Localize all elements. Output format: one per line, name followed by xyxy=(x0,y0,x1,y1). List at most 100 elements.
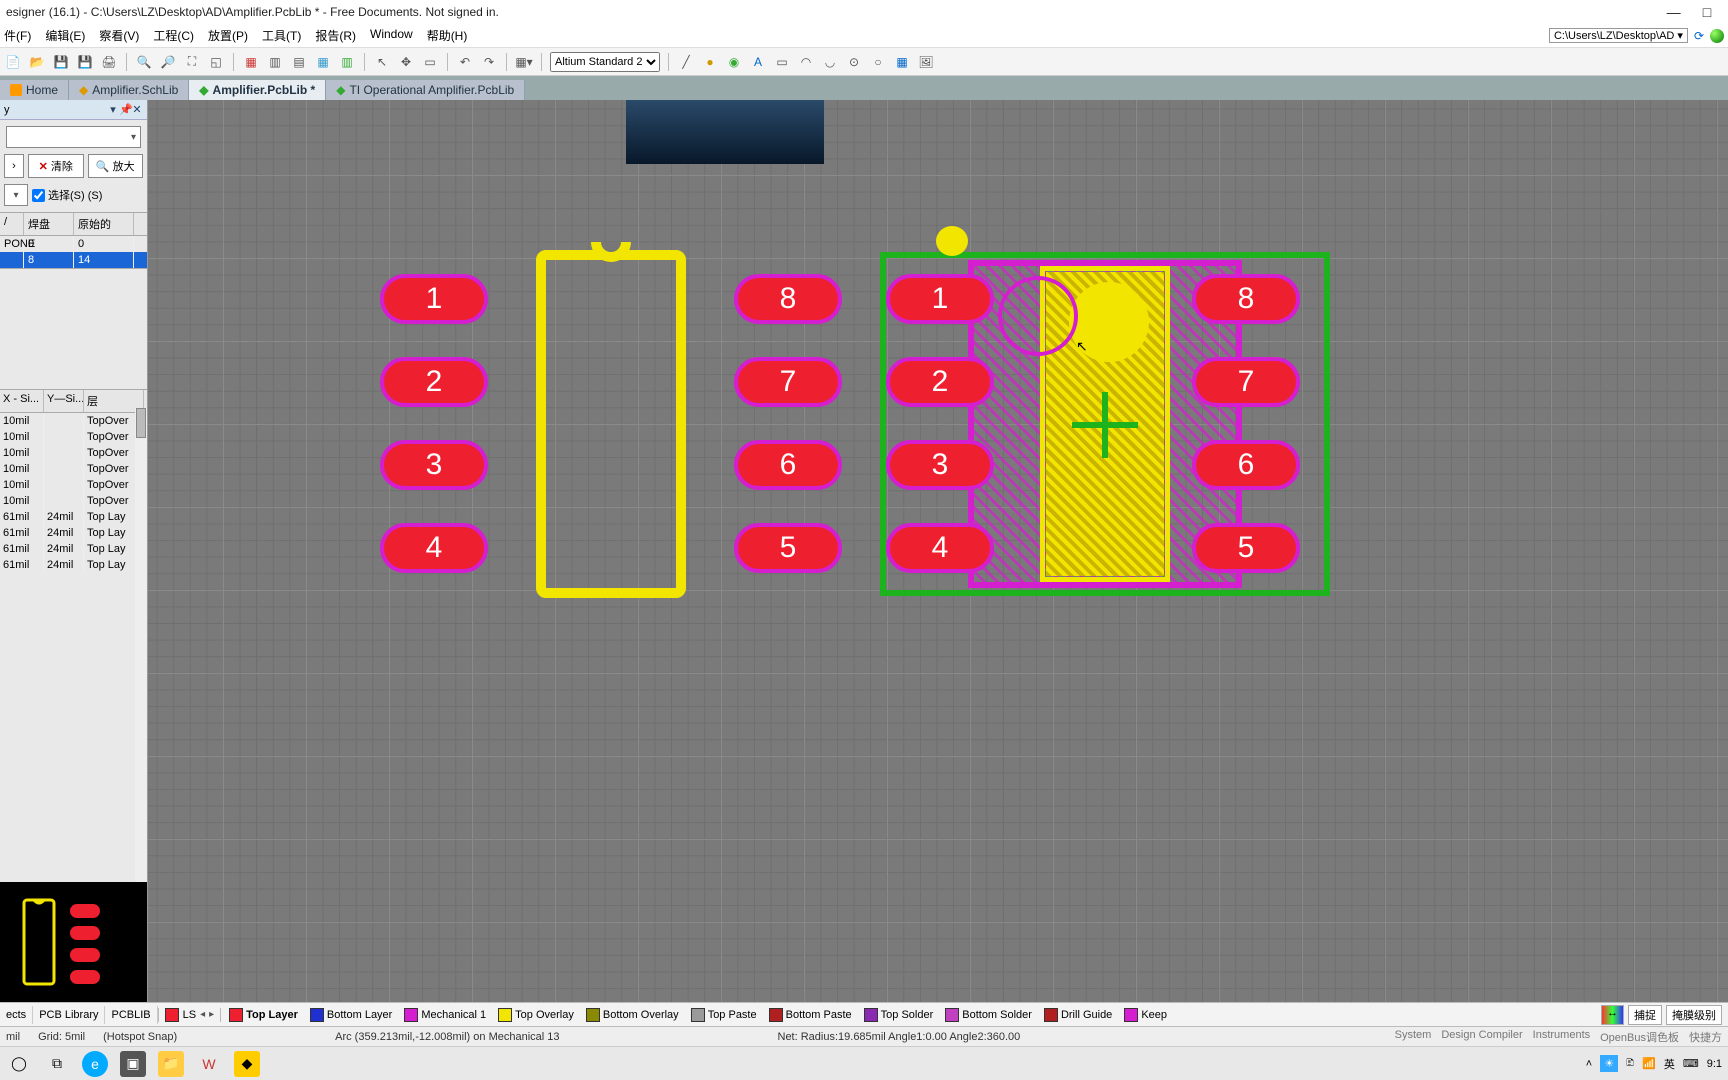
pad[interactable]: 4 xyxy=(886,523,994,573)
zoom-out-icon[interactable]: 🔎 xyxy=(159,53,177,71)
col-pads[interactable]: 焊盘 xyxy=(24,213,74,235)
pad-icon[interactable]: ● xyxy=(701,53,719,71)
layerset-prev-icon[interactable]: ◂ xyxy=(200,1009,205,1020)
tile-icon[interactable]: ▥ xyxy=(266,53,284,71)
menu-window[interactable]: Window xyxy=(370,27,413,44)
tray-weather-icon[interactable]: ☀ xyxy=(1600,1055,1618,1072)
layer-tab[interactable]: Bottom Overlay xyxy=(582,1008,683,1022)
pad[interactable]: 7 xyxy=(1192,357,1300,407)
pad[interactable]: 2 xyxy=(886,357,994,407)
minimize-button[interactable]: — xyxy=(1659,4,1689,20)
table-row[interactable]: 61mil24milTop Lay xyxy=(0,525,147,541)
pad[interactable]: 7 xyxy=(734,357,842,407)
save-icon[interactable]: 💾 xyxy=(52,53,70,71)
layer-tab[interactable]: Mechanical 1 xyxy=(400,1008,490,1022)
wps-icon[interactable]: W xyxy=(196,1051,222,1077)
tab-home[interactable]: Home xyxy=(0,80,69,100)
pad[interactable]: 6 xyxy=(1192,440,1300,490)
table-row[interactable]: 10milTopOver xyxy=(0,477,147,493)
snap-button[interactable]: 捕捉 xyxy=(1628,1005,1662,1025)
menu-edit[interactable]: 编辑(E) xyxy=(45,27,85,44)
primitives-grid[interactable]: X - Si... Y—Si... 层 10milTopOver10milTop… xyxy=(0,389,147,882)
col-xsize[interactable]: X - Si... xyxy=(0,390,44,412)
layer-tab[interactable]: Bottom Layer xyxy=(306,1008,396,1022)
col-sort[interactable]: / xyxy=(0,213,24,235)
pad[interactable]: 1 xyxy=(380,274,488,324)
refresh-icon[interactable]: ⟳ xyxy=(1694,29,1704,43)
panel-header[interactable]: y ▾📌✕ xyxy=(0,100,147,120)
layer-tab[interactable]: Bottom Solder xyxy=(941,1008,1036,1022)
tray-time[interactable]: 9:1 xyxy=(1707,1058,1722,1070)
style-combo[interactable]: Altium Standard 2 xyxy=(550,52,660,72)
table-row[interactable]: 10milTopOver xyxy=(0,429,147,445)
tray-wifi-icon[interactable]: 📶 xyxy=(1642,1057,1656,1070)
clear-button[interactable]: ✕清除 xyxy=(28,154,84,178)
zoom-in-icon[interactable]: 🔍 xyxy=(135,53,153,71)
layer-tab[interactable]: Bottom Paste xyxy=(765,1008,856,1022)
altium-icon[interactable]: ◆ xyxy=(234,1051,260,1077)
pad[interactable]: 5 xyxy=(1192,523,1300,573)
array-icon[interactable]: ▦ xyxy=(893,53,911,71)
pcb-canvas[interactable]: ↖ 1234876512348765 xyxy=(148,100,1728,1002)
panel-pin-icon[interactable]: 📌 xyxy=(119,103,131,116)
table-row[interactable]: 10milTopOver xyxy=(0,461,147,477)
tab-pcblib[interactable]: ◆Amplifier.PcbLib * xyxy=(189,80,326,100)
line-icon[interactable]: ╱ xyxy=(677,53,695,71)
panel-openbus[interactable]: OpenBus调色板 xyxy=(1600,1029,1679,1045)
pad[interactable]: 5 xyxy=(734,523,842,573)
zoom-fit-icon[interactable]: ⛶ xyxy=(183,53,201,71)
layer-tab[interactable]: Top Paste xyxy=(687,1008,761,1022)
edge-icon[interactable]: e xyxy=(82,1051,108,1077)
path-dropdown[interactable]: C:\Users\LZ\Desktop\AD ▾ xyxy=(1549,28,1688,43)
cortana-icon[interactable]: ◯ xyxy=(6,1051,32,1077)
col-ysize[interactable]: Y—Si... xyxy=(44,390,84,412)
pad[interactable]: 3 xyxy=(380,440,488,490)
layer-tab[interactable]: Drill Guide xyxy=(1040,1008,1116,1022)
app-icon[interactable]: ▣ xyxy=(120,1051,146,1077)
layer-scroll-icon[interactable]: ↔ xyxy=(1601,1005,1624,1025)
menu-help[interactable]: 帮助(H) xyxy=(427,27,468,44)
arc2-icon[interactable]: ◡ xyxy=(821,53,839,71)
menu-project[interactable]: 工程(C) xyxy=(153,27,194,44)
text-icon[interactable]: A xyxy=(749,53,767,71)
layer-tab[interactable]: Top Solder xyxy=(860,1008,938,1022)
zoom-button[interactable]: 🔍放大 xyxy=(88,154,144,178)
tab-projects[interactable]: ects xyxy=(0,1006,33,1024)
cursor-icon[interactable]: ↖ xyxy=(373,53,391,71)
menu-tools[interactable]: 工具(T) xyxy=(262,27,301,44)
pad[interactable]: 4 xyxy=(380,523,488,573)
panel-shortcuts[interactable]: 快捷方 xyxy=(1689,1029,1722,1045)
table-row[interactable]: 10milTopOver xyxy=(0,445,147,461)
explorer-icon[interactable]: 📁 xyxy=(158,1051,184,1077)
cascade-icon[interactable]: ▤ xyxy=(290,53,308,71)
tray-ime[interactable]: 英 xyxy=(1664,1056,1675,1072)
taskview-icon[interactable]: ⧉ xyxy=(44,1051,70,1077)
print-icon[interactable]: 🖨 xyxy=(100,53,118,71)
maximize-button[interactable]: □ xyxy=(1692,4,1722,20)
status-orb-icon[interactable] xyxy=(1710,29,1724,43)
layer-tab[interactable]: Keep xyxy=(1120,1008,1171,1022)
pad[interactable]: 8 xyxy=(1192,274,1300,324)
layerset-next-icon[interactable]: ▸ xyxy=(209,1009,214,1020)
pad[interactable]: 1 xyxy=(886,274,994,324)
menu-report[interactable]: 报告(R) xyxy=(315,27,356,44)
zoom-sel-icon[interactable]: ◱ xyxy=(207,53,225,71)
select-icon[interactable]: ▭ xyxy=(421,53,439,71)
grid-dd-icon[interactable]: ▦▾ xyxy=(515,53,533,71)
filter-combo[interactable]: ▾ xyxy=(6,126,141,148)
table-row[interactable]: 61mil24milTop Lay xyxy=(0,541,147,557)
layers-icon[interactable]: ▦ xyxy=(314,53,332,71)
report-icon[interactable]: ▥ xyxy=(338,53,356,71)
table-row[interactable]: 10milTopOver xyxy=(0,413,147,429)
circle-icon[interactable]: ○ xyxy=(869,53,887,71)
via-icon[interactable]: ◉ xyxy=(725,53,743,71)
select-checkbox[interactable]: 选择(S) (S) xyxy=(32,187,102,203)
new-icon[interactable]: 📄 xyxy=(4,53,22,71)
tab-ti[interactable]: ◆TI Operational Amplifier.PcbLib xyxy=(326,80,525,100)
components-grid[interactable]: / 焊盘 原始的 PONE00814 xyxy=(0,212,147,269)
apply-button[interactable]: › xyxy=(4,154,24,178)
primitives-scrollbar[interactable] xyxy=(135,408,147,882)
tray-up-icon[interactable]: ˄ xyxy=(1586,1058,1592,1070)
table-row[interactable]: 61mil24milTop Lay xyxy=(0,509,147,525)
panel-close-icon[interactable]: ✕ xyxy=(131,103,143,116)
